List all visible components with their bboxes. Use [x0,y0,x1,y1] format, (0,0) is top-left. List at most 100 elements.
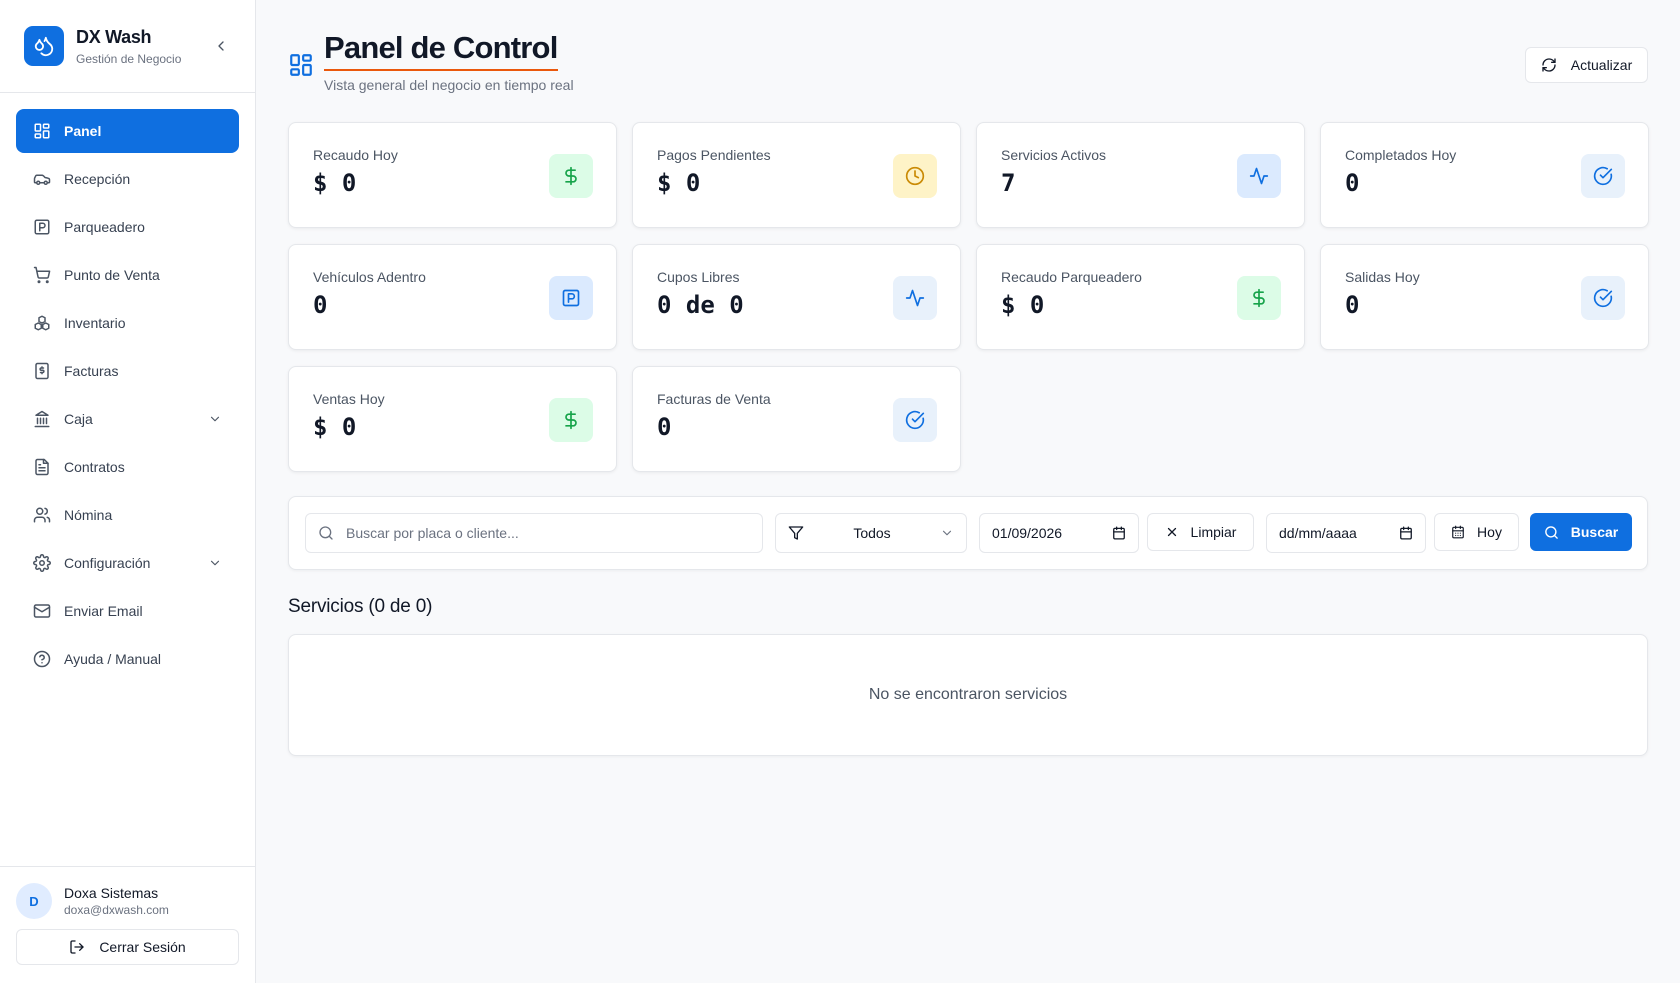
parking-icon [549,276,593,320]
activity-icon [893,276,937,320]
stat-card: Facturas de Venta 0 [632,366,961,472]
sidebar: DX Wash Gestión de Negocio Panel Recepci… [0,0,256,983]
main-content: Panel de Control Vista general del negoc… [256,0,1680,983]
clear-filters-button[interactable]: Limpiar [1147,513,1254,551]
boxes-icon [32,313,52,333]
chevron-down-icon [942,530,952,536]
dollar-icon [1237,276,1281,320]
sidebar-item-contratos[interactable]: Contratos [16,445,239,489]
sidebar-item-facturas[interactable]: Facturas [16,349,239,393]
sidebar-item-label: Nómina [64,507,113,523]
search-input[interactable] [346,525,746,541]
filter-icon [788,526,804,540]
sidebar-item-recepcion[interactable]: Recepción [16,157,239,201]
date-to-value: dd/mm/aaaa [1279,525,1357,541]
search-icon [319,526,333,540]
sidebar-item-label: Inventario [64,315,126,331]
page-subtitle: Vista general del negocio en tiempo real [324,77,574,93]
clock-icon [893,154,937,198]
chevron-down-icon[interactable] [207,411,223,427]
services-title: Servicios (0 de 0) [288,596,433,617]
sidebar-item-label: Panel [64,123,102,139]
document-icon [32,457,52,477]
bank-icon [32,409,52,429]
calendar-icon [1113,526,1125,540]
brand-subtitle: Gestión de Negocio [76,51,182,66]
stat-card: Salidas Hoy 0 [1320,244,1649,350]
sidebar-item-label: Enviar Email [64,603,143,619]
search-field[interactable] [305,513,763,553]
calendar-icon [1451,525,1465,539]
search-icon [1544,525,1559,540]
sidebar-item-label: Caja [64,411,93,427]
filter-bar: Todos 01/09/2026 Limpiar dd/mm/aaaa Hoy … [288,496,1648,570]
user-email: doxa@dxwash.com [64,903,169,917]
sidebar-item-label: Contratos [64,459,125,475]
logout-button[interactable]: Cerrar Sesión [16,929,239,965]
check-circle-icon [1581,154,1625,198]
brand-name: DX Wash [76,26,152,47]
grid-icon [32,121,52,141]
cart-icon [32,265,52,285]
sidebar-item-caja[interactable]: Caja [16,397,239,441]
gear-icon [32,553,52,573]
sidebar-item-configuracion[interactable]: Configuración [16,541,239,585]
sidebar-item-label: Punto de Venta [64,267,160,283]
sidebar-item-label: Parqueadero [64,219,145,235]
clear-label: Limpiar [1190,524,1237,540]
date-from-input[interactable]: 01/09/2026 [979,513,1139,553]
sidebar-item-label: Recepción [64,171,131,187]
user-panel: D Doxa Sistemas doxa@dxwash.com Cerrar S… [0,866,255,983]
collapse-sidebar-button[interactable] [211,36,231,56]
sidebar-item-punto-de-venta[interactable]: Punto de Venta [16,253,239,297]
sidebar-item-parqueadero[interactable]: Parqueadero [16,205,239,249]
page-header: Panel de Control Vista general del negoc… [288,30,1648,100]
logout-icon [69,939,85,955]
search-button-label: Buscar [1570,524,1619,540]
refresh-button[interactable]: Actualizar [1525,47,1648,83]
search-button[interactable]: Buscar [1530,513,1632,551]
stat-card: Vehículos Adentro 0 [288,244,617,350]
sidebar-item-panel[interactable]: Panel [16,109,239,153]
sidebar-item-ayuda[interactable]: Ayuda / Manual [16,637,239,681]
check-circle-icon [893,398,937,442]
stat-card: Pagos Pendientes $ 0 [632,122,961,228]
car-icon [32,169,52,189]
dollar-icon [549,398,593,442]
status-select-value: Todos [853,525,891,541]
stat-card: Ventas Hoy $ 0 [288,366,617,472]
sidebar-item-enviar-email[interactable]: Enviar Email [16,589,239,633]
droplets-icon [24,26,64,66]
sidebar-item-label: Facturas [64,363,119,379]
dollar-icon [549,154,593,198]
sidebar-item-label: Ayuda / Manual [64,651,162,667]
status-select[interactable]: Todos [775,513,967,553]
check-circle-icon [1581,276,1625,320]
today-button[interactable]: Hoy [1434,513,1519,551]
calendar-icon [1400,526,1412,540]
chevron-left-icon [218,41,224,51]
chevron-down-icon[interactable] [207,555,223,571]
sidebar-item-label: Configuración [64,555,151,571]
stat-card: Cupos Libres 0 de 0 [632,244,961,350]
user-name: Doxa Sistemas [64,885,159,901]
logout-label: Cerrar Sesión [99,939,186,955]
stat-card: Servicios Activos 7 [976,122,1305,228]
users-icon [32,505,52,525]
services-empty-panel: No se encontraron servicios [288,634,1648,756]
mail-icon [32,601,52,621]
invoice-icon [32,361,52,381]
date-from-value: 01/09/2026 [992,525,1063,541]
today-label: Hoy [1477,524,1502,540]
sidebar-item-nomina[interactable]: Nómina [16,493,239,537]
brand-header: DX Wash Gestión de Negocio [0,0,255,93]
refresh-icon [1541,57,1557,73]
avatar: D [16,883,52,919]
date-to-input[interactable]: dd/mm/aaaa [1266,513,1426,553]
stat-card: Recaudo Parqueadero $ 0 [976,244,1305,350]
sidebar-item-inventario[interactable]: Inventario [16,301,239,345]
parking-icon [32,217,52,237]
page-title: Panel de Control [324,30,558,71]
help-icon [32,649,52,669]
close-icon [1165,525,1179,539]
